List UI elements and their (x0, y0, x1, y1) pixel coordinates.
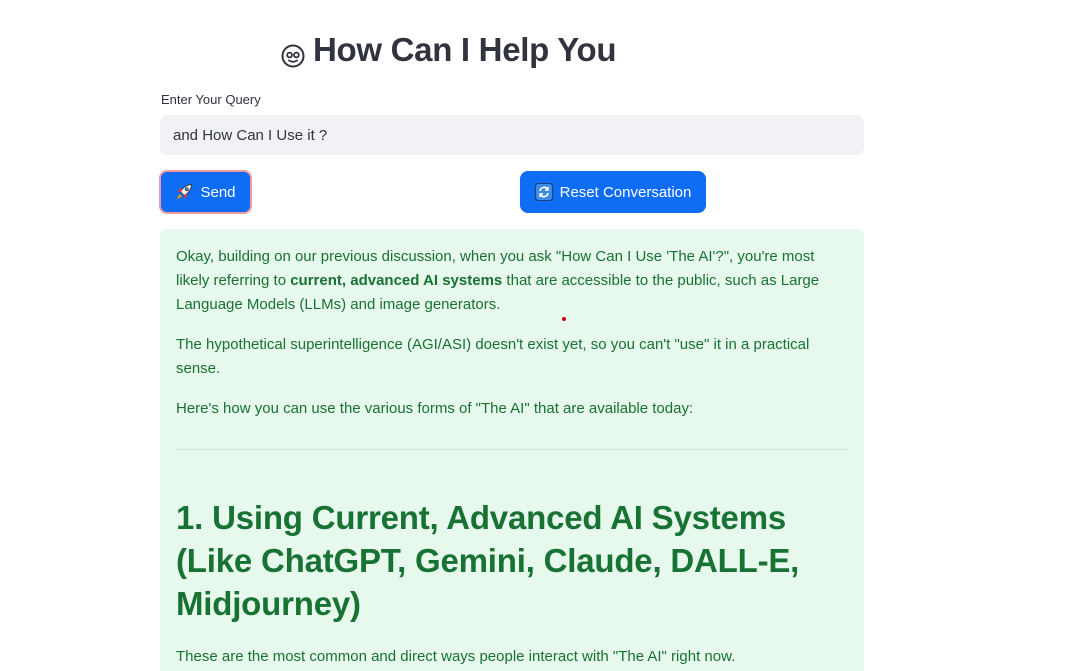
intro-bold-text: current, advanced AI systems (290, 272, 503, 289)
reset-conversation-label: Reset Conversation (559, 183, 692, 201)
query-label: Enter Your Query (161, 92, 261, 107)
send-button-label: Send (200, 183, 236, 201)
response-heading-1: 1. Using Current, Advanced AI Systems (L… (176, 499, 800, 622)
smiling-face-icon (281, 38, 305, 68)
rocket-icon (175, 183, 193, 201)
reset-conversation-button[interactable]: Reset Conversation (520, 171, 706, 213)
app-container: How Can I Help You Enter Your Query Send (0, 0, 1081, 671)
send-button[interactable]: Send (159, 170, 252, 214)
page-title: How Can I Help You (281, 28, 617, 72)
response-paragraph-4: These are the most common and direct way… (176, 648, 736, 665)
mouse-cursor-marker (562, 317, 566, 321)
response-paragraph-2: The hypothetical superintelligence (AGI/… (176, 336, 810, 377)
response-paragraph-3: Here's how you can use the various forms… (176, 400, 694, 417)
page-title-text: How Can I Help You (313, 31, 617, 68)
refresh-icon (534, 183, 553, 201)
divider (176, 449, 848, 450)
response-paragraph-intro: Okay, building on our previous discussio… (176, 245, 848, 317)
response-box: Okay, building on our previous discussio… (160, 229, 864, 671)
query-input[interactable] (160, 115, 864, 155)
